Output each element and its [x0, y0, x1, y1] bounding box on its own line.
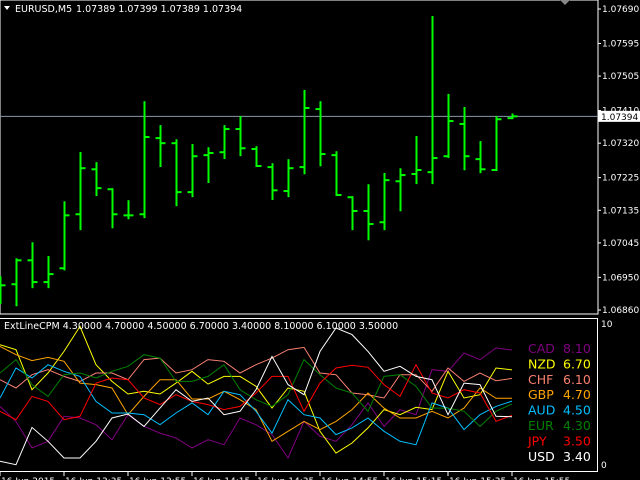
line-usd	[0, 327, 513, 466]
ohlc-bar	[475, 141, 486, 174]
ohlc-bar	[59, 201, 70, 271]
main-chart-frame	[0, 0, 599, 315]
legend-name-gbp: GBP	[528, 387, 554, 402]
legend-name-eur: EUR	[528, 418, 554, 433]
indicator-ytick-10: 10	[601, 320, 613, 330]
dropdown-triangle-icon[interactable]	[4, 6, 10, 10]
indicator-lines	[0, 325, 513, 466]
indicator-title: ExtLineCPM 4.30000 4.70000 4.50000 6.700…	[4, 321, 398, 332]
chart-window[interactable]: 1.076901.075951.075051.074101.073201.072…	[0, 0, 640, 480]
ohlc-bar	[219, 125, 230, 160]
current-price-label: 1.07394	[601, 113, 638, 123]
ohlc-bar	[299, 89, 310, 175]
ohlc-bar	[363, 184, 374, 241]
legend-value-aud: 4.50	[563, 403, 591, 418]
ohlc-bar	[331, 151, 342, 197]
price-tick-label: 1.07505	[602, 72, 639, 82]
legend-value-jpy: 3.50	[563, 433, 591, 448]
ohlc-bar	[379, 173, 390, 231]
ohlc-bar	[43, 256, 54, 289]
price-tick-label: 1.07225	[602, 174, 639, 184]
ohlc-bar	[11, 258, 22, 307]
ohlc-bar	[235, 116, 246, 157]
ohlc-bar	[443, 93, 454, 158]
legend-name-jpy: JPY	[527, 433, 547, 448]
ohlc-bar	[491, 116, 502, 172]
legend-value-eur: 4.30	[563, 418, 591, 433]
legend-name-aud: AUD	[528, 403, 555, 418]
ohlc-bar	[155, 125, 166, 168]
ohlc-bar	[411, 136, 422, 185]
legend-value-nzd: 6.70	[563, 356, 591, 371]
legend-name-chf: CHF	[528, 372, 553, 387]
ohlc-bar	[347, 196, 358, 231]
ohlc-bar	[91, 162, 102, 197]
ohlc-bar	[0, 276, 6, 305]
price-tick-label: 1.07595	[602, 39, 639, 49]
ohlc-bar	[107, 188, 118, 229]
currency-legend: CAD 8.10 NZD 6.70 CHF 6.10 GBP 4.70 AUD 4.50 EUR 4.…	[527, 341, 591, 464]
legend-value-chf: 6.10	[563, 372, 591, 387]
legend-name-nzd: NZD	[528, 356, 556, 371]
ohlc-bar	[139, 101, 150, 219]
ohlc-bar	[203, 147, 214, 183]
ohlc-bar	[315, 101, 326, 167]
ohlc-bar	[427, 15, 438, 185]
legend-name-usd: USD	[528, 449, 555, 464]
symbol-timeframe: EURUSD,M5	[15, 4, 72, 15]
time-axis[interactable]: 16 Jun 201516 Jun 13:3516 Jun 13:5516 Ju…	[0, 472, 570, 480]
ohlc-bar	[395, 168, 406, 212]
ohlc-bar	[251, 146, 262, 168]
ohlc-bar	[171, 139, 182, 207]
price-tick-label: 1.07320	[602, 139, 639, 149]
price-tick-label: 1.07135	[602, 206, 639, 216]
ohlc-readout: 1.07389 1.07399 1.07389 1.07394	[76, 4, 242, 15]
price-tick-label: 1.07690	[602, 5, 639, 15]
indicator-ytick-0: 0	[601, 461, 607, 471]
legend-value-gbp: 4.70	[563, 387, 591, 402]
legend-value-usd: 3.40	[563, 449, 591, 464]
ohlc-bar	[283, 159, 294, 198]
legend-name-cad: CAD	[528, 341, 555, 356]
price-tick-label: 1.07045	[602, 239, 639, 249]
ohlc-bar	[75, 151, 86, 231]
legend-value-cad: 8.10	[563, 341, 591, 356]
ohlc-bars	[0, 15, 518, 307]
chart-shift-marker-icon[interactable]	[560, 0, 570, 5]
ohlc-bar	[187, 143, 198, 198]
line-eur	[0, 354, 513, 428]
price-axis[interactable]: 1.076901.075951.075051.074101.073201.072…	[598, 5, 639, 316]
price-tick-label: 1.06950	[602, 273, 639, 283]
price-tick-label: 1.06860	[602, 306, 639, 316]
ohlc-bar	[123, 200, 134, 220]
ohlc-bar	[27, 242, 38, 289]
ohlc-bar	[267, 163, 278, 201]
line-aud	[0, 364, 513, 446]
